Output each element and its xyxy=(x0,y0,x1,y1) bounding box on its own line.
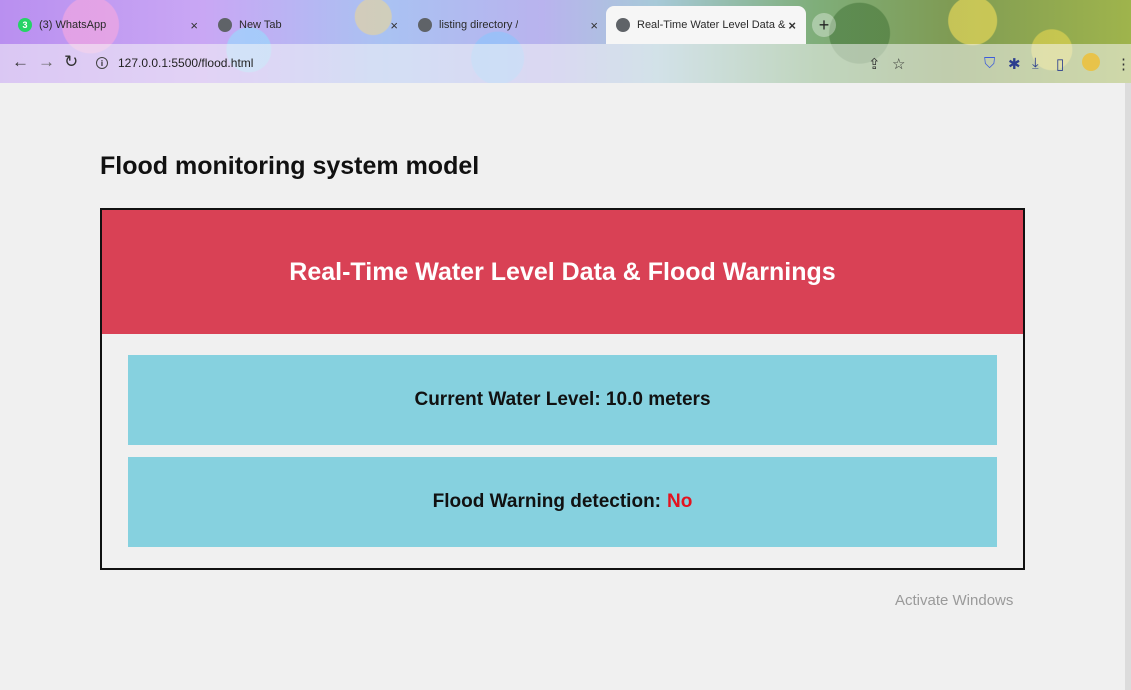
address-bar[interactable]: i 127.0.0.1:5500/flood.html xyxy=(92,49,852,77)
back-icon[interactable]: ← xyxy=(12,52,29,72)
close-icon[interactable]: × xyxy=(190,18,198,33)
whatsapp-icon: 3 xyxy=(18,18,32,32)
water-level-text: Current Water Level: 10.0 meters xyxy=(414,389,711,410)
close-icon[interactable]: × xyxy=(590,18,598,33)
reload-icon[interactable]: ↻ xyxy=(64,52,78,72)
browser-chrome: 3 (3) WhatsApp × New Tab × listing direc… xyxy=(0,0,1131,83)
tab-flood-active[interactable]: Real-Time Water Level Data & F × xyxy=(606,6,806,44)
close-icon[interactable]: × xyxy=(390,18,398,33)
forward-icon[interactable]: → xyxy=(38,52,55,72)
tab-title: Real-Time Water Level Data & F xyxy=(637,19,787,31)
flood-card: Real-Time Water Level Data & Flood Warni… xyxy=(100,208,1025,570)
flood-warning-box: Flood Warning detection: No xyxy=(128,457,997,547)
new-tab-button[interactable]: + xyxy=(812,13,836,37)
page-title: Flood monitoring system model xyxy=(100,152,480,180)
warning-label: Flood Warning detection: xyxy=(432,491,661,512)
info-icon[interactable]: i xyxy=(96,57,108,69)
tab-new-tab[interactable]: New Tab × xyxy=(208,8,408,42)
scrollbar[interactable] xyxy=(1125,83,1131,690)
extensions-icon[interactable]: ✱ xyxy=(1008,55,1021,73)
activate-windows-watermark: Activate Windows xyxy=(895,592,1014,609)
shield-icon[interactable]: ⛉ xyxy=(984,55,995,72)
tab-title: New Tab xyxy=(239,19,282,31)
close-icon[interactable]: × xyxy=(788,18,796,33)
share-icon[interactable]: ⇪ xyxy=(868,55,881,73)
download-icon[interactable]: ⤓ xyxy=(1032,55,1039,72)
tab-title: (3) WhatsApp xyxy=(39,19,107,31)
tab-listing-directory[interactable]: listing directory / × xyxy=(408,8,608,42)
tab-title: listing directory / xyxy=(439,19,519,31)
sidebar-icon[interactable]: ▯ xyxy=(1056,55,1064,73)
star-icon[interactable]: ☆ xyxy=(892,55,905,73)
card-header: Real-Time Water Level Data & Flood Warni… xyxy=(102,210,1023,334)
globe-icon xyxy=(616,18,630,32)
tab-strip: 3 (3) WhatsApp × New Tab × listing direc… xyxy=(0,0,1131,44)
tab-whatsapp[interactable]: 3 (3) WhatsApp × xyxy=(8,8,208,42)
url-text[interactable]: 127.0.0.1:5500/flood.html xyxy=(118,56,253,70)
menu-icon[interactable]: ⋮ xyxy=(1116,55,1131,73)
profile-icon[interactable] xyxy=(1082,53,1100,71)
water-level-box: Current Water Level: 10.0 meters xyxy=(128,355,997,445)
globe-icon xyxy=(418,18,432,32)
warning-value: No xyxy=(667,491,693,512)
browser-toolbar: ← → ↻ i 127.0.0.1:5500/flood.html ⇪ ☆ ⛉ … xyxy=(0,44,1131,83)
chrome-icon xyxy=(218,18,232,32)
